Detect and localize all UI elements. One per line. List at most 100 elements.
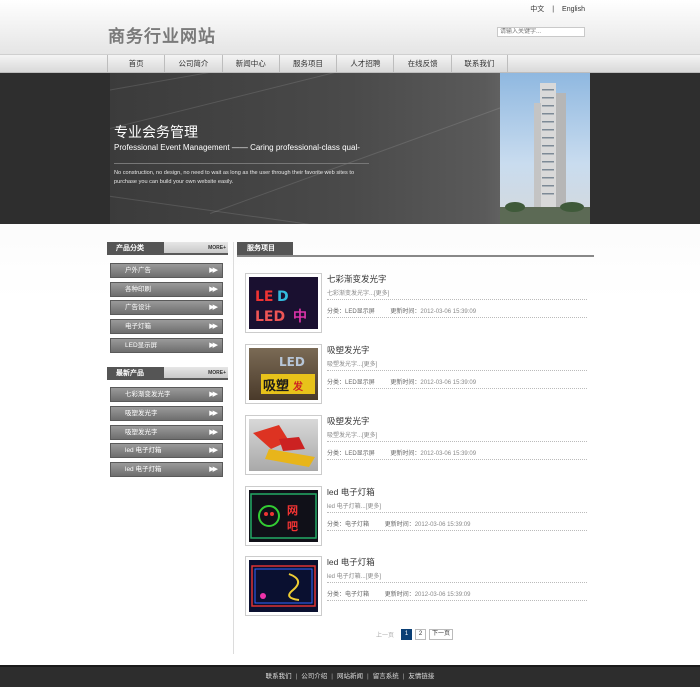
hero-banner: 专业会务管理 Professional Event Management —— … bbox=[0, 73, 700, 224]
product-thumbnail[interactable]: 网 吧 bbox=[245, 486, 322, 546]
category-label: 各种印刷 bbox=[125, 286, 151, 293]
footer-link-contact[interactable]: 联系我们 bbox=[266, 673, 292, 680]
product-item: 吸塑发光字 吸塑发光字...[更多] 分类：LED显示屏 更新时间：2012-0… bbox=[245, 415, 587, 481]
footer-links: 联系我们 | 公司介绍 | 网站新闻 | 留言系统 | 友情链接 bbox=[265, 673, 435, 680]
product-item: LED 吸塑 发 吸塑发光字 吸塑发光字...[更多] 分类：LED显示屏 更新… bbox=[245, 344, 587, 410]
page-number[interactable]: 2 bbox=[415, 629, 427, 640]
product-item: led 电子灯箱 led 电子灯箱...[更多] 分类：电子灯箱 更新时间：20… bbox=[245, 556, 587, 622]
product-title-link[interactable]: 吸塑发光字 bbox=[327, 344, 370, 356]
product-desc[interactable]: 吸塑发光字...[更多] bbox=[327, 430, 377, 439]
product-item: LE D LED 中 七彩渐变发光字 七彩渐变发光字...[更多] 分类：LED… bbox=[245, 273, 587, 339]
product-item: 网 吧 led 电子灯箱 led 电子灯箱...[更多] 分类：电子灯箱 更新时… bbox=[245, 486, 587, 552]
building-illustration bbox=[500, 83, 590, 224]
category-item[interactable]: 户外广告 ▶▶ bbox=[110, 263, 223, 278]
product-title-link[interactable]: 吸塑发光字 bbox=[327, 415, 370, 427]
banner-description: No construction, no design, no need to w… bbox=[114, 169, 379, 187]
latest-item[interactable]: 七彩渐变发光字 ▶▶ bbox=[110, 387, 223, 402]
footer-link-friends[interactable]: 友情链接 bbox=[408, 673, 434, 680]
page-number-current[interactable]: 1 bbox=[401, 629, 413, 640]
product-time: 2012-03-06 15:39:09 bbox=[414, 522, 471, 528]
category-label: 户外广告 bbox=[125, 267, 151, 274]
product-desc[interactable]: 吸塑发光字...[更多] bbox=[327, 359, 377, 368]
categories-more-link[interactable]: MORE+ bbox=[208, 245, 226, 251]
latest-item[interactable]: led 电子灯箱 ▶▶ bbox=[110, 462, 223, 477]
product-title-link[interactable]: led 电子灯箱 bbox=[327, 486, 375, 498]
banner-panel: 专业会务管理 Professional Event Management —— … bbox=[110, 73, 590, 224]
nav-item-feedback[interactable]: 在线反馈 bbox=[393, 55, 450, 73]
product-category: 电子灯箱 bbox=[345, 522, 370, 528]
product-category: LED显示屏 bbox=[345, 451, 375, 457]
header: 商务行业网站 中文 | English bbox=[0, 0, 700, 56]
product-desc[interactable]: 七彩渐变发光字...[更多] bbox=[327, 288, 389, 297]
footer-link-news[interactable]: 网站新闻 bbox=[337, 673, 363, 680]
double-arrow-icon: ▶▶ bbox=[209, 304, 218, 311]
footer-link-guestbook[interactable]: 留言系统 bbox=[373, 673, 399, 680]
time-label: 更新时间： bbox=[390, 380, 421, 386]
product-image: 网 吧 bbox=[249, 490, 318, 542]
categories-title: 产品分类 bbox=[107, 242, 164, 255]
svg-text:网: 网 bbox=[287, 504, 298, 517]
latest-title: 最新产品 bbox=[107, 367, 164, 380]
latest-item[interactable]: 吸塑发光字 ▶▶ bbox=[110, 406, 223, 421]
lang-separator: | bbox=[552, 6, 555, 13]
main-nav: 首页 公司简介 新闻中心 服务项目 人才招聘 在线反馈 联系我们 bbox=[0, 54, 700, 73]
banner-desc-line: purchase you can build your own website … bbox=[114, 179, 234, 185]
site-logo[interactable]: 商务行业网站 bbox=[108, 22, 216, 47]
product-title-link[interactable]: 七彩渐变发光字 bbox=[327, 273, 387, 285]
product-category: LED显示屏 bbox=[345, 309, 375, 315]
lang-english-link[interactable]: English bbox=[559, 6, 588, 13]
product-thumbnail[interactable]: LE D LED 中 bbox=[245, 273, 322, 333]
svg-text:中: 中 bbox=[293, 308, 307, 325]
product-time: 2012-03-06 15:39:09 bbox=[420, 380, 477, 386]
latest-item[interactable]: led 电子灯箱 ▶▶ bbox=[110, 443, 223, 458]
next-page-link[interactable]: 下一页 bbox=[429, 629, 454, 640]
latest-item[interactable]: 吸塑发光字 ▶▶ bbox=[110, 425, 223, 440]
product-thumbnail[interactable]: LED 吸塑 发 bbox=[245, 344, 322, 404]
nav-item-contact[interactable]: 联系我们 bbox=[450, 55, 509, 73]
svg-text:LE: LE bbox=[255, 289, 273, 305]
banner-title: 专业会务管理 bbox=[114, 125, 198, 141]
product-thumbnail[interactable] bbox=[245, 415, 322, 475]
double-arrow-icon: ▶▶ bbox=[209, 391, 218, 398]
double-arrow-icon: ▶▶ bbox=[209, 466, 218, 473]
product-thumbnail[interactable] bbox=[245, 556, 322, 616]
category-item[interactable]: 广告设计 ▶▶ bbox=[110, 300, 223, 315]
category-item[interactable]: 各种印刷 ▶▶ bbox=[110, 282, 223, 297]
product-category: LED显示屏 bbox=[345, 380, 375, 386]
double-arrow-icon: ▶▶ bbox=[209, 267, 218, 274]
nav-item-home[interactable]: 首页 bbox=[107, 55, 164, 73]
services-header: 服务项目 bbox=[237, 242, 594, 257]
product-title-link[interactable]: led 电子灯箱 bbox=[327, 556, 375, 568]
time-label: 更新时间： bbox=[384, 592, 415, 598]
nav-item-news[interactable]: 新闻中心 bbox=[221, 55, 279, 73]
double-arrow-icon: ▶▶ bbox=[209, 286, 218, 293]
latest-more-link[interactable]: MORE+ bbox=[208, 370, 226, 376]
product-meta: 分类：LED显示屏 更新时间：2012-03-06 15:39:09 bbox=[327, 377, 476, 386]
pagination: 上一页 1 2 下一页 bbox=[376, 629, 454, 640]
nav-item-jobs[interactable]: 人才招聘 bbox=[336, 55, 393, 73]
category-item[interactable]: LED显示屏 ▶▶ bbox=[110, 338, 223, 353]
svg-text:D: D bbox=[277, 289, 289, 305]
nav-item-services[interactable]: 服务项目 bbox=[278, 55, 336, 73]
time-label: 更新时间： bbox=[390, 451, 421, 457]
product-category: 电子灯箱 bbox=[345, 592, 370, 598]
category-item[interactable]: 电子灯箱 ▶▶ bbox=[110, 319, 223, 334]
product-desc[interactable]: led 电子灯箱...[更多] bbox=[327, 571, 381, 580]
footer-link-about[interactable]: 公司介绍 bbox=[301, 673, 327, 680]
latest-header: 最新产品 MORE+ bbox=[107, 367, 228, 380]
banner-subtitle: Professional Event Management —— Caring … bbox=[114, 143, 360, 152]
prev-page-link[interactable]: 上一页 bbox=[376, 630, 394, 639]
product-image bbox=[249, 560, 318, 612]
lang-chinese-link[interactable]: 中文 bbox=[527, 6, 547, 13]
latest-label: led 电子灯箱 bbox=[125, 466, 162, 473]
product-desc[interactable]: led 电子灯箱...[更多] bbox=[327, 501, 381, 510]
product-time: 2012-03-06 15:39:09 bbox=[414, 592, 471, 598]
product-meta: 分类：电子灯箱 更新时间：2012-03-06 15:39:09 bbox=[327, 589, 470, 598]
search-input[interactable] bbox=[497, 27, 585, 37]
category-label: 分类： bbox=[327, 522, 346, 528]
svg-text:LED: LED bbox=[279, 355, 305, 369]
double-arrow-icon: ▶▶ bbox=[209, 323, 218, 330]
banner-desc-line: No construction, no design, no need to w… bbox=[114, 170, 355, 176]
product-meta: 分类：LED显示屏 更新时间：2012-03-06 15:39:09 bbox=[327, 448, 476, 457]
nav-item-about[interactable]: 公司简介 bbox=[164, 55, 221, 73]
